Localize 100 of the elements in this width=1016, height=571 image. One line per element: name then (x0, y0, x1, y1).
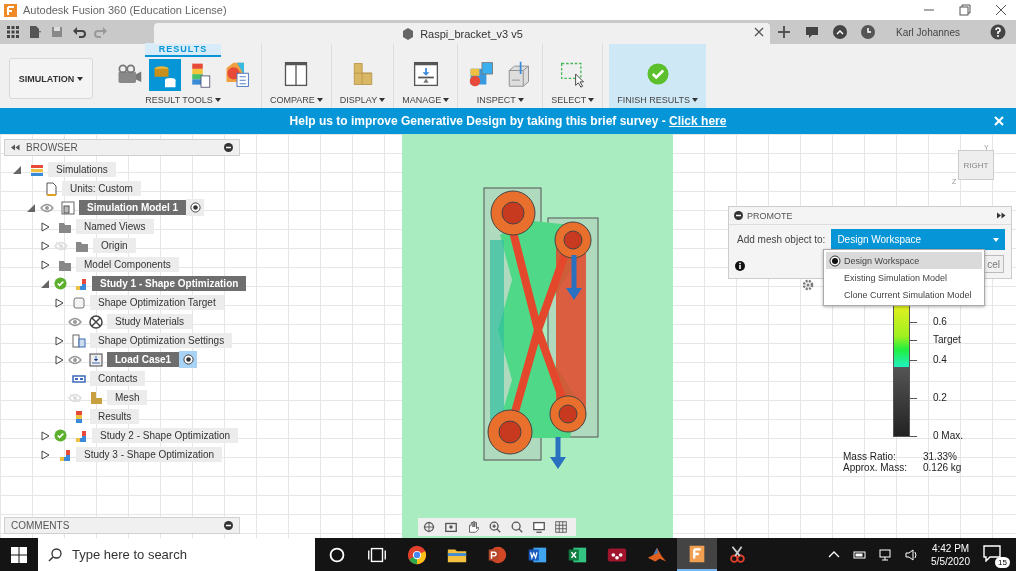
ribbon-group-menu[interactable]: RESULT TOOLS (145, 91, 221, 108)
ribbon-group-menu[interactable]: COMPARE (270, 91, 323, 108)
settings-icon (72, 333, 86, 348)
expand-triangle-icon[interactable] (40, 259, 50, 270)
legend-label: 0 Max. (933, 430, 963, 441)
caret-icon (77, 76, 84, 81)
tree-item[interactable]: Units: Custom (62, 181, 141, 196)
promote-tool-button[interactable] (149, 59, 181, 91)
mass-label: Approx. Mass: (843, 462, 908, 473)
app-logo-icon (4, 3, 17, 17)
tree-item[interactable]: Mesh (107, 390, 148, 405)
dropdown-option[interactable]: Design Workspace (826, 252, 982, 269)
loadcase-icon (89, 352, 103, 367)
tree-item[interactable]: Results (90, 409, 140, 424)
ribbon-group-menu[interactable]: MANAGE (402, 91, 450, 108)
eye-icon[interactable] (68, 316, 82, 327)
caret-icon (316, 98, 323, 102)
clock-icon[interactable] (860, 24, 877, 40)
model-icon (61, 200, 75, 215)
tree-item[interactable]: Study 1 - Shape Optimization (92, 276, 247, 291)
collapse-triangle-icon[interactable] (26, 202, 36, 213)
minus-circle-icon[interactable] (734, 211, 743, 220)
browser-title: BROWSER (26, 142, 79, 153)
mesh-icon (89, 390, 103, 405)
caret-icon (517, 98, 524, 102)
comments-title: COMMENTS (11, 520, 71, 531)
caret-icon (588, 98, 595, 102)
restore-icon[interactable] (958, 3, 972, 17)
document-tab[interactable]: Raspi_bracket_v3 v5 (401, 26, 523, 41)
tree-item[interactable]: Shape Optimization Settings (90, 333, 233, 348)
caret-icon (379, 98, 386, 102)
close-icon[interactable] (994, 3, 1008, 17)
legend-label: Target (933, 334, 961, 345)
ribbon-group-menu[interactable]: SELECT (551, 91, 595, 108)
speaker-icon[interactable] (905, 547, 920, 562)
save-icon[interactable] (50, 25, 64, 39)
dialog-title: PROMOTE (747, 210, 794, 221)
expand-triangle-icon[interactable] (40, 449, 50, 460)
tree-item[interactable]: Model Components (76, 257, 179, 272)
collapse-panel-icon[interactable] (11, 143, 20, 152)
workspace-menu-button[interactable]: SIMULATION (9, 58, 93, 99)
info-icon[interactable] (735, 261, 745, 271)
notification-count: 15 (995, 556, 1010, 568)
taskbar-search-box[interactable]: Type here to search (38, 538, 315, 571)
expand-triangle-icon[interactable] (40, 221, 50, 232)
grid-icon[interactable] (6, 25, 20, 39)
ribbon-group-menu[interactable]: INSPECT (476, 91, 524, 108)
study-icon (74, 276, 88, 291)
legend-label: 0.6 (933, 316, 947, 327)
units-icon (44, 181, 58, 196)
legend-label: 0.4 (933, 354, 947, 365)
expand-triangle-icon[interactable] (54, 354, 64, 365)
windows-start-icon[interactable] (11, 546, 27, 563)
tree-item[interactable]: Named Views (76, 219, 154, 234)
target-icon (72, 295, 86, 310)
caret-icon (692, 98, 699, 102)
activate-target-button[interactable] (186, 199, 205, 216)
expand-triangle-icon[interactable] (54, 335, 64, 346)
expand-triangle-icon[interactable] (54, 297, 64, 308)
job-status-icon[interactable] (832, 24, 849, 40)
simulations-icon (30, 162, 44, 177)
dropdown-option[interactable]: Existing Simulation Model (826, 269, 982, 286)
network-icon[interactable] (879, 547, 894, 562)
expand-triangle-icon[interactable] (40, 240, 50, 251)
activate-target-button[interactable] (179, 351, 198, 368)
minus-circle-icon[interactable] (224, 143, 233, 152)
comment-icon[interactable] (804, 24, 821, 40)
minus-circle-icon[interactable] (224, 521, 233, 530)
ribbon-group-menu[interactable]: DISPLAY (339, 91, 386, 108)
help-icon[interactable] (990, 24, 1006, 40)
tree-item[interactable]: Study 3 - Shape Optimization (76, 447, 223, 462)
tree-item[interactable]: Origin (93, 238, 136, 253)
dropdown-option[interactable]: Clone Current Simulation Model (826, 286, 982, 303)
file-icon[interactable] (28, 25, 42, 39)
tree-item[interactable]: Study Materials (107, 314, 192, 329)
fusion-taskbar-icon[interactable] (677, 538, 717, 571)
plus-icon[interactable] (776, 24, 793, 40)
tree-item[interactable]: Study 2 - Shape Optimization (92, 428, 239, 443)
search-icon (48, 547, 62, 562)
tree-item[interactable]: Simulations (48, 162, 116, 177)
caret-icon (443, 98, 450, 102)
caret-icon (993, 237, 999, 242)
expand-triangle-icon[interactable] (40, 430, 50, 441)
tree-item[interactable]: Shape Optimization Target (90, 295, 224, 310)
window-title: Autodesk Fusion 360 (Education License) (23, 4, 228, 16)
tree-item[interactable]: Load Case1 (107, 352, 180, 367)
notification-icon[interactable] (982, 543, 1002, 562)
legend-label: 0.2 (933, 392, 947, 403)
collapse-triangle-icon[interactable] (40, 278, 50, 289)
eye-icon[interactable] (40, 202, 54, 213)
mass-label: Mass Ratio: (843, 451, 897, 462)
undo-icon[interactable] (72, 25, 86, 39)
tree-item[interactable]: Simulation Model 1 (79, 200, 187, 215)
user-name[interactable]: Karl Johannes (896, 26, 960, 38)
close-icon[interactable] (754, 27, 765, 37)
gear-icon[interactable] (802, 279, 814, 291)
taskbar-clock[interactable]: 4:42 PM 5/5/2020 (931, 541, 970, 568)
collapse-triangle-icon[interactable] (12, 164, 22, 175)
tree-item[interactable]: Contacts (90, 371, 146, 386)
expand-icon[interactable] (997, 211, 1006, 220)
